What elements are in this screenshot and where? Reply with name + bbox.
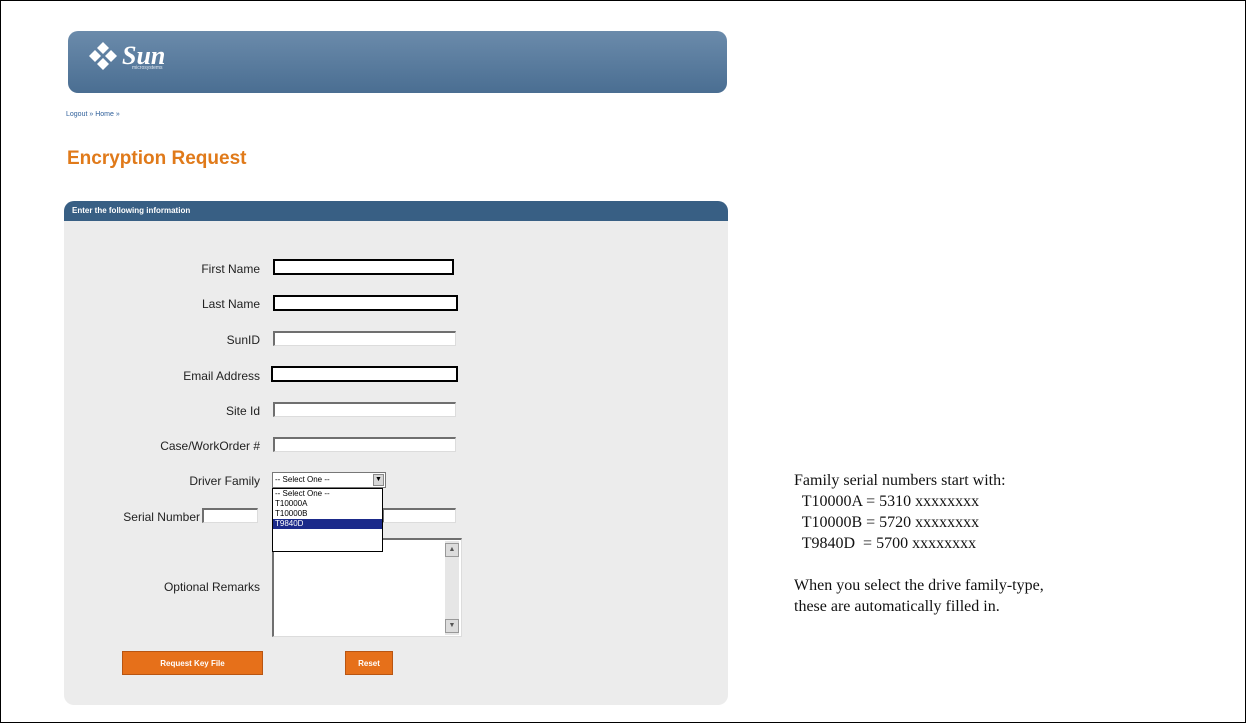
site-id-label: Site Id xyxy=(225,404,260,418)
note-line: T10000B = 5720 xxxxxxxx xyxy=(794,514,980,531)
note-line: T9840D = 5700 xxxxxxxx xyxy=(794,535,977,552)
email-label: Email Address xyxy=(183,369,260,383)
note-line: T10000A = 5310 xxxxxxxx xyxy=(794,493,980,510)
note-line: When you select the drive family-type, xyxy=(794,577,1044,594)
last-name-label: Last Name xyxy=(201,297,260,311)
dropdown-option[interactable]: T10000A xyxy=(273,499,382,509)
page-title: Encryption Request xyxy=(67,148,247,169)
optional-remarks-textarea[interactable]: ▲ ▼ xyxy=(272,538,462,637)
case-workorder-input[interactable] xyxy=(273,437,456,452)
sunid-input[interactable] xyxy=(273,331,456,346)
sunid-label: SunID xyxy=(226,333,260,347)
serial-number-prefix-input[interactable] xyxy=(202,508,258,523)
case-workorder-label: Case/WorkOrder # xyxy=(160,439,260,453)
note-line: these are automatically filled in. xyxy=(794,598,1000,615)
serial-number-input[interactable] xyxy=(382,508,456,523)
driver-family-label: Driver Family xyxy=(189,474,260,488)
dropdown-option[interactable]: T10000B xyxy=(273,509,382,519)
breadcrumb-logout-link[interactable]: Logout » xyxy=(66,111,93,118)
sun-diamond-icon xyxy=(89,42,117,70)
driver-family-select[interactable]: -- Select One -- ▼ xyxy=(272,472,386,488)
chevron-down-icon[interactable]: ▼ xyxy=(373,474,384,486)
breadcrumb: Logout » Home » xyxy=(66,111,120,118)
dropdown-option[interactable]: -- Select One -- xyxy=(273,489,382,499)
first-name-label: First Name xyxy=(201,262,260,276)
scroll-up-icon[interactable]: ▲ xyxy=(445,543,459,557)
driver-family-selected-value: -- Select One -- xyxy=(275,475,330,484)
serial-number-note: Family serial numbers start with: T10000… xyxy=(794,470,1214,617)
serial-number-label: Serial Number xyxy=(123,510,200,524)
logo-subtext: microsystems xyxy=(132,65,163,71)
request-key-file-button[interactable]: Request Key File xyxy=(122,651,263,675)
remarks-scrollbar[interactable]: ▲ ▼ xyxy=(445,541,459,635)
note-line: Family serial numbers start with: xyxy=(794,472,1006,489)
reset-button[interactable]: Reset xyxy=(345,651,393,675)
breadcrumb-home-link[interactable]: Home » xyxy=(95,111,120,118)
site-id-input[interactable] xyxy=(273,402,456,417)
form-panel-header: Enter the following information xyxy=(64,201,728,221)
email-input[interactable] xyxy=(271,366,458,382)
driver-family-dropdown-list[interactable]: -- Select One -- T10000A T10000B T9840D xyxy=(272,488,383,552)
scroll-down-icon[interactable]: ▼ xyxy=(445,619,459,633)
header-banner: Sun microsystems xyxy=(68,31,727,93)
dropdown-option-highlighted[interactable]: T9840D xyxy=(273,519,382,529)
optional-remarks-label: Optional Remarks xyxy=(163,580,260,594)
note-spacer xyxy=(794,554,1214,575)
first-name-input[interactable] xyxy=(273,259,454,275)
last-name-input[interactable] xyxy=(273,295,458,311)
